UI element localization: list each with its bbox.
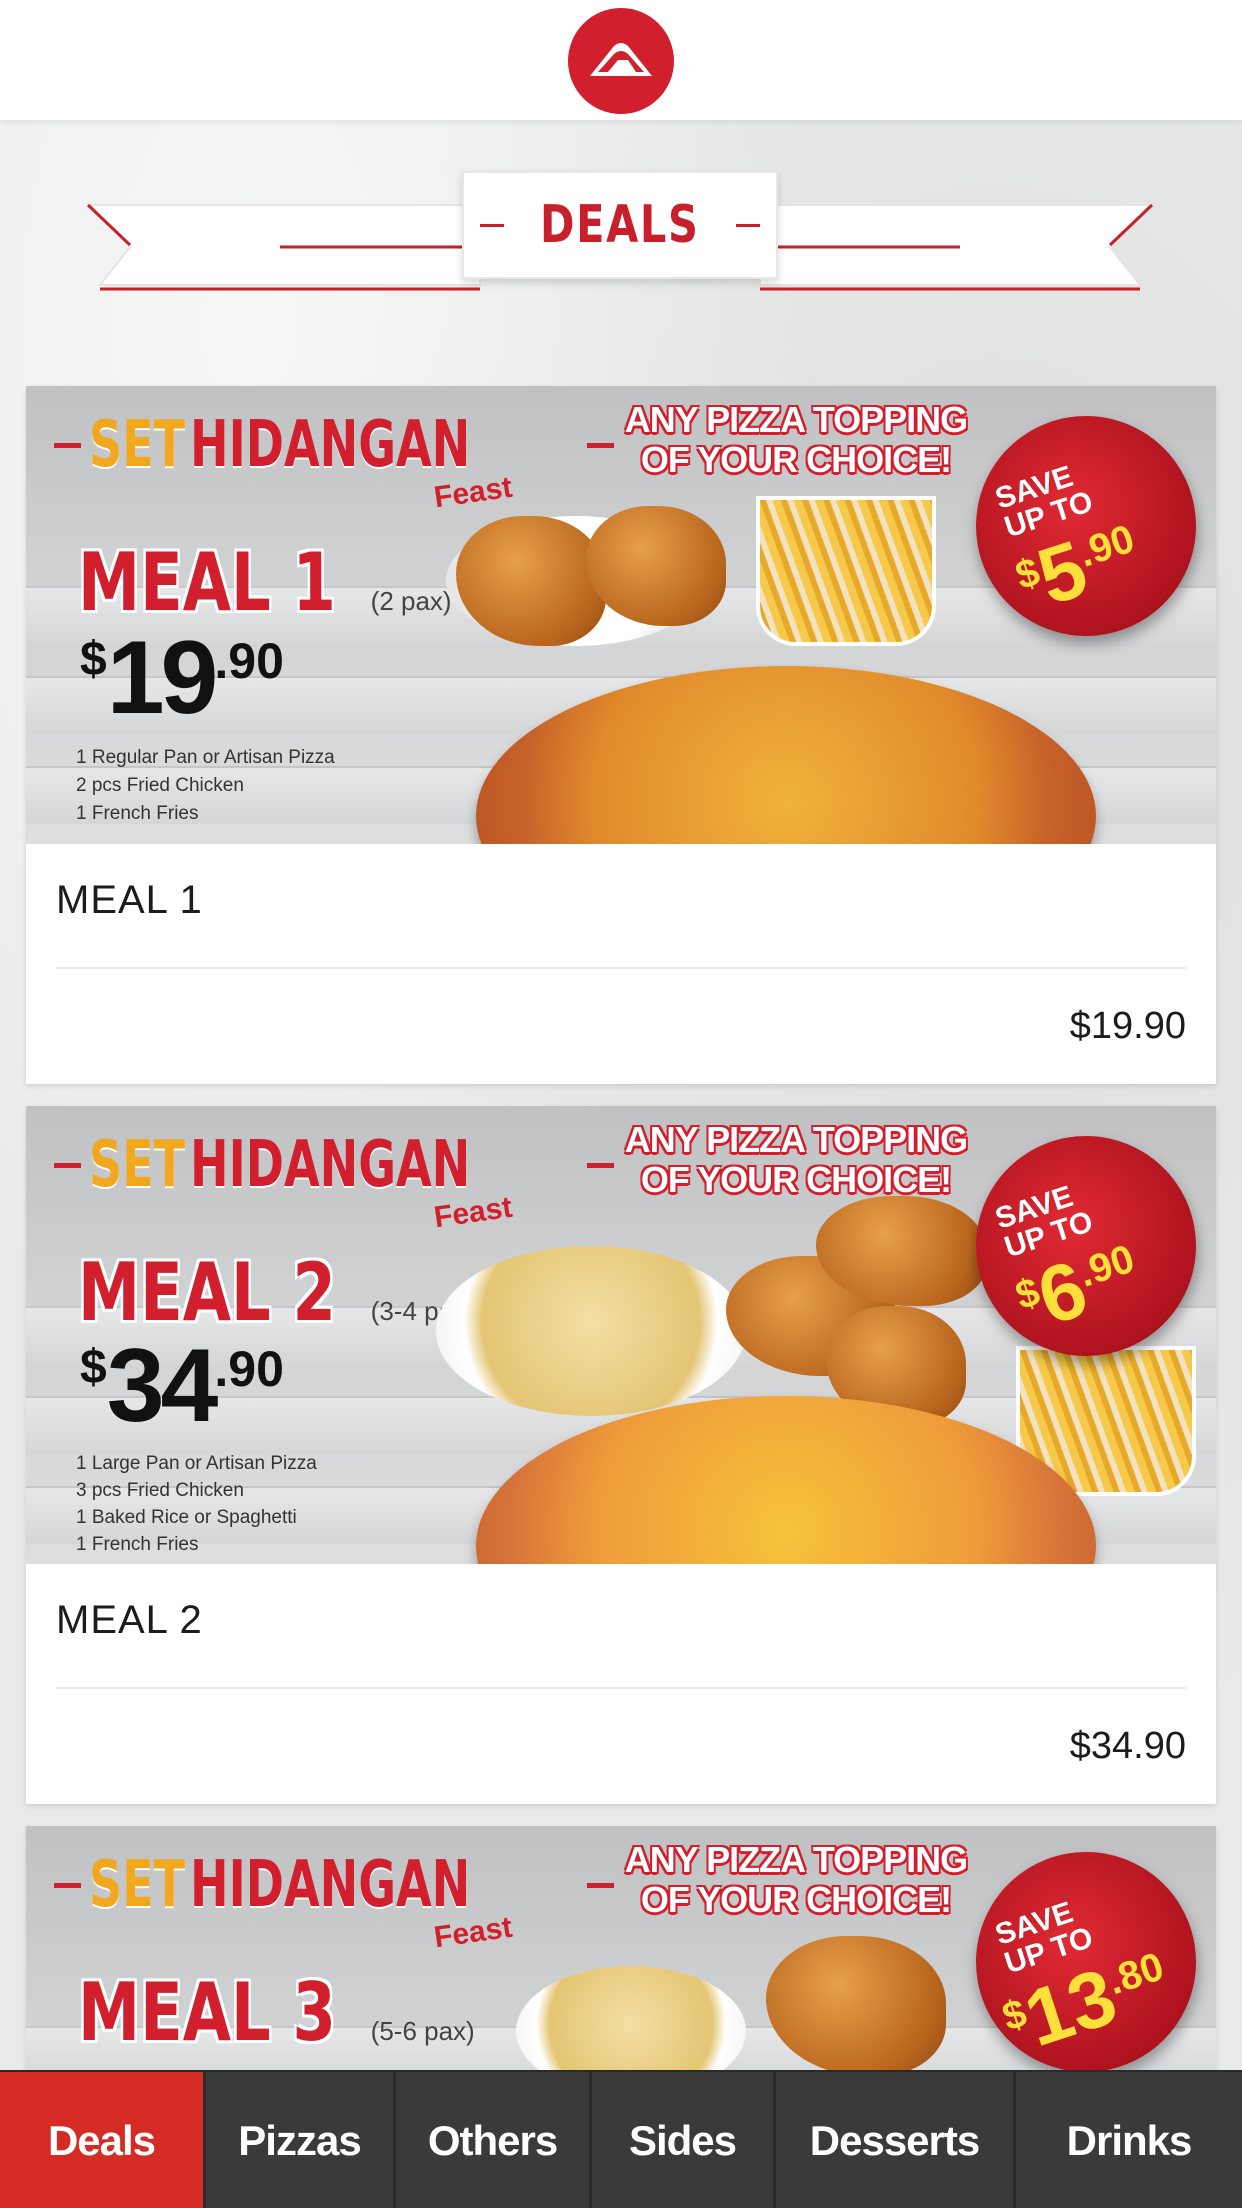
deals-title-plaque: DEALS [462,171,778,279]
promo-headline: SET HIDANGAN Feast [54,1128,614,1234]
tab-pizzas[interactable]: Pizzas [206,2072,396,2208]
deal-title: MEAL 2 [56,1564,1186,1689]
french-fries-image [756,496,936,646]
section-banner: DEALS [80,165,1160,305]
tab-drinks[interactable]: Drinks [1016,2072,1242,2208]
deal-title: MEAL 1 [56,844,1186,969]
category-tab-bar: Deals Pizzas Others Sides Desserts Drink… [0,2070,1242,2208]
promo-headline: SET HIDANGAN Feast [54,408,614,514]
promo-tagline: ANY PIZZA TOPPING OF YOUR CHOICE! [624,1839,968,1920]
deal-card[interactable]: SET HIDANGAN Feast ANY PIZZA TOPPING OF … [26,386,1216,1084]
deal-banner-image[interactable]: SET HIDANGAN Feast ANY PIZZA TOPPING OF … [26,1106,1216,1564]
app-header [0,0,1242,120]
tab-others[interactable]: Others [396,2072,592,2208]
promo-tagline: ANY PIZZA TOPPING OF YOUR CHOICE! [624,1119,968,1200]
banner-description: 1 Regular Pan or Artisan Pizza 2 pcs Fri… [76,747,335,824]
tab-desserts[interactable]: Desserts [776,2072,1016,2208]
banner-meal-label: MEAL 2 (3-4 pax) [78,1246,475,1339]
banner-meal-label: MEAL 1 (2 pax) [78,536,452,629]
pizza-hut-logo[interactable] [568,8,674,114]
promo-headline: SET HIDANGAN Feast [54,1848,614,1954]
banner-meal-label: MEAL 3 (5-6 pax) [78,1966,475,2059]
deal-price: $34.90 [1069,1725,1186,1767]
tab-sides[interactable]: Sides [592,2072,776,2208]
banner-price: $ 19 .90 [80,620,284,736]
deal-price: $19.90 [1069,1005,1186,1047]
deal-banner-image[interactable]: SET HIDANGAN Feast ANY PIZZA TOPPING OF … [26,386,1216,844]
banner-description: 1 Large Pan or Artisan Pizza 3 pcs Fried… [76,1453,317,1555]
tab-deals[interactable]: Deals [0,2072,206,2208]
baked-rice-image [436,1246,746,1416]
deal-card[interactable]: SET HIDANGAN Feast ANY PIZZA TOPPING OF … [26,1106,1216,1804]
promo-tagline: ANY PIZZA TOPPING OF YOUR CHOICE! [624,399,968,480]
banner-price: $ 34 .90 [80,1328,284,1444]
roof-icon [590,43,652,76]
page-title: DEALS [540,195,700,255]
